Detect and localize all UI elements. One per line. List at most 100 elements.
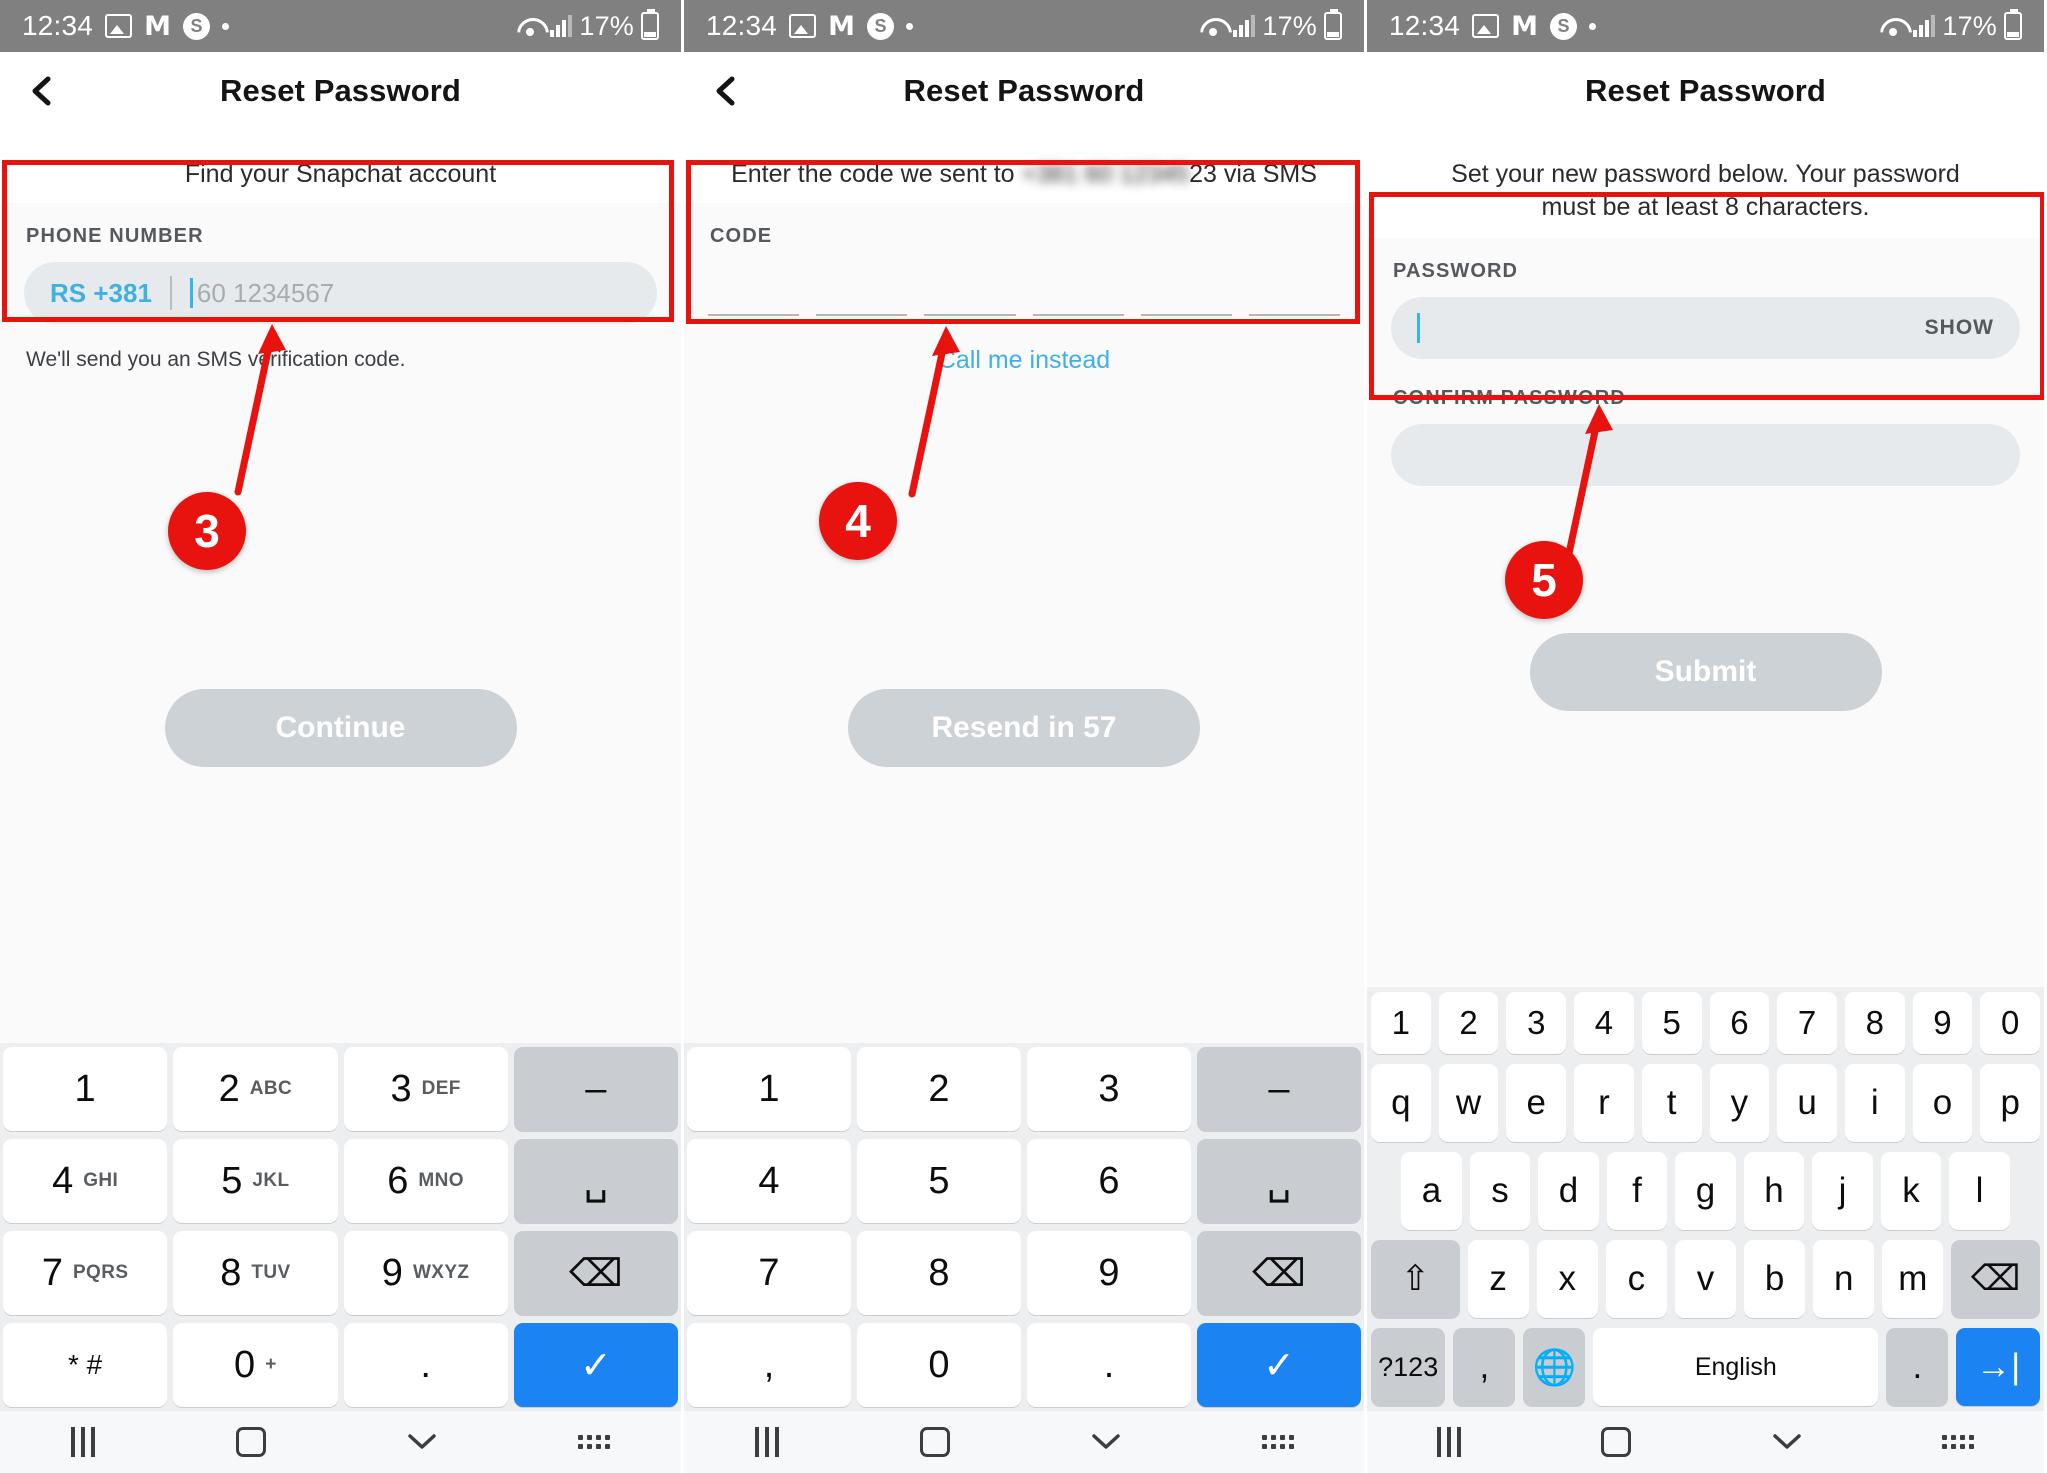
key-f[interactable]: f [1606, 1152, 1668, 1230]
key-u[interactable]: u [1777, 1064, 1837, 1142]
code-input[interactable] [684, 262, 1364, 316]
resend-button[interactable]: Resend in 57 [848, 689, 1200, 767]
key-y[interactable]: y [1709, 1064, 1770, 1142]
key-0[interactable]: 0 [1980, 992, 2041, 1054]
home-icon[interactable] [235, 1427, 266, 1457]
key-2[interactable]: 2 ABC [173, 1047, 338, 1131]
key-period[interactable]: . [1886, 1328, 1949, 1406]
globe-key[interactable]: 🌐 [1523, 1328, 1586, 1406]
key-p[interactable]: p [1980, 1064, 2041, 1142]
enter-key[interactable]: →| [1956, 1328, 2040, 1406]
code-digit-slot[interactable] [816, 314, 908, 316]
key-4[interactable]: 4 [1574, 992, 1634, 1054]
key-i[interactable]: i [1844, 1064, 1905, 1142]
recents-icon[interactable] [1437, 1427, 1462, 1457]
recents-icon[interactable] [754, 1427, 779, 1457]
symbols-key[interactable]: ?123 [1371, 1328, 1446, 1406]
key-j[interactable]: j [1812, 1152, 1873, 1230]
key-8[interactable]: 8 [1844, 992, 1905, 1054]
key-w[interactable]: w [1438, 1064, 1499, 1142]
key-8[interactable]: 8 [857, 1231, 1021, 1315]
key-[interactable]: ⌫ [513, 1231, 678, 1315]
shift-key[interactable]: ⇧ [1371, 1240, 1460, 1318]
call-me-instead-link[interactable]: Call me instead [684, 316, 1364, 401]
key-k[interactable]: k [1880, 1152, 1942, 1230]
key-5[interactable]: 5 [857, 1139, 1021, 1223]
key-6[interactable]: 6 MNO [343, 1139, 508, 1223]
back-icon[interactable] [26, 74, 60, 108]
numeric-keyboard[interactable]: 1 2 3–4 5 6 ␣ 7 8 9 ⌫, 0. ✓ [684, 1043, 1364, 1411]
key-8[interactable]: 8 TUV [173, 1231, 338, 1315]
key-a[interactable]: a [1401, 1152, 1462, 1230]
key-q[interactable]: q [1371, 1064, 1431, 1142]
delete-key[interactable]: ⌫ [1951, 1240, 2040, 1318]
key-9[interactable]: 9 [1027, 1231, 1191, 1315]
code-digit-slot[interactable] [1032, 314, 1124, 316]
alpha-keyboard[interactable]: 1 2 3 4 5 6 7 8 9 0 q w e r t y u i o p a s d f g h j k l ⇧ z x c v b n m ⌫ ?1… [1367, 987, 2044, 1411]
keyboard-icon[interactable] [1941, 1435, 1974, 1449]
key-[interactable]: – [513, 1047, 678, 1131]
recents-icon[interactable] [70, 1427, 95, 1457]
code-digit-slot[interactable] [708, 314, 800, 316]
keyboard-icon[interactable] [1261, 1435, 1294, 1449]
key-c[interactable]: c [1605, 1240, 1667, 1318]
key-7[interactable]: 7 PQRS [3, 1231, 168, 1315]
key-x[interactable]: x [1536, 1240, 1598, 1318]
back-chevron-icon[interactable] [1091, 1433, 1121, 1451]
back-icon[interactable] [710, 74, 744, 108]
key-3[interactable]: 3 [1506, 992, 1567, 1054]
password-input[interactable]: SHOW [1391, 297, 2020, 359]
country-code[interactable]: RS +381 [50, 278, 152, 309]
key-[interactable]: * # [3, 1323, 168, 1407]
key-comma[interactable]: , [1453, 1328, 1516, 1406]
key-h[interactable]: h [1743, 1152, 1805, 1230]
key-9[interactable]: 9 [1912, 992, 1973, 1054]
key-[interactable]: . [343, 1323, 508, 1407]
key-4[interactable]: 4 [687, 1139, 851, 1223]
key-[interactable]: ✓ [1197, 1323, 1361, 1407]
key-2[interactable]: 2 [1438, 992, 1499, 1054]
show-password-button[interactable]: SHOW [1925, 316, 1994, 340]
code-digit-slot[interactable] [1248, 314, 1341, 316]
key-3[interactable]: 3 [1027, 1047, 1191, 1131]
key-0[interactable]: 0 + [173, 1323, 338, 1407]
confirm-password-input[interactable] [1391, 424, 2020, 486]
space-key[interactable]: English [1593, 1328, 1879, 1406]
key-0[interactable]: 0 [857, 1323, 1021, 1407]
key-v[interactable]: v [1674, 1240, 1737, 1318]
key-4[interactable]: 4 GHI [3, 1139, 168, 1223]
key-b[interactable]: b [1744, 1240, 1806, 1318]
key-[interactable]: – [1197, 1047, 1361, 1131]
key-m[interactable]: m [1882, 1240, 1944, 1318]
key-d[interactable]: d [1538, 1152, 1599, 1230]
continue-button[interactable]: Continue [164, 689, 517, 767]
key-o[interactable]: o [1912, 1064, 1973, 1142]
key-1[interactable]: 1 [687, 1047, 851, 1131]
key-[interactable]: ␣ [1197, 1139, 1361, 1223]
key-[interactable]: ✓ [513, 1323, 678, 1407]
key-n[interactable]: n [1813, 1240, 1875, 1318]
key-6[interactable]: 6 [1027, 1139, 1191, 1223]
key-3[interactable]: 3 DEF [343, 1047, 508, 1131]
numeric-keyboard[interactable]: 1 2 ABC 3 DEF –4 GHI 5 JKL 6 MNO ␣ 7 PQRS 8 TUV 9 WXYZ ⌫ * … [0, 1043, 681, 1411]
key-z[interactable]: z [1467, 1240, 1529, 1318]
key-5[interactable]: 5 [1641, 992, 1702, 1054]
key-7[interactable]: 7 [687, 1231, 851, 1315]
home-icon[interactable] [919, 1427, 950, 1457]
key-2[interactable]: 2 [857, 1047, 1021, 1131]
code-digit-slot[interactable] [924, 314, 1016, 316]
key-7[interactable]: 7 [1777, 992, 1837, 1054]
key-1[interactable]: 1 [1371, 992, 1431, 1054]
phone-input[interactable]: RS +381 60 1234567 [24, 262, 657, 324]
submit-button[interactable]: Submit [1529, 633, 1882, 711]
key-l[interactable]: l [1949, 1152, 2010, 1230]
key-s[interactable]: s [1469, 1152, 1531, 1230]
home-icon[interactable] [1601, 1427, 1632, 1457]
key-[interactable]: , [687, 1323, 851, 1407]
key-1[interactable]: 1 [3, 1047, 168, 1131]
key-g[interactable]: g [1675, 1152, 1736, 1230]
back-chevron-icon[interactable] [1772, 1433, 1802, 1451]
key-[interactable]: . [1027, 1323, 1191, 1407]
key-5[interactable]: 5 JKL [173, 1139, 338, 1223]
key-t[interactable]: t [1641, 1064, 1702, 1142]
